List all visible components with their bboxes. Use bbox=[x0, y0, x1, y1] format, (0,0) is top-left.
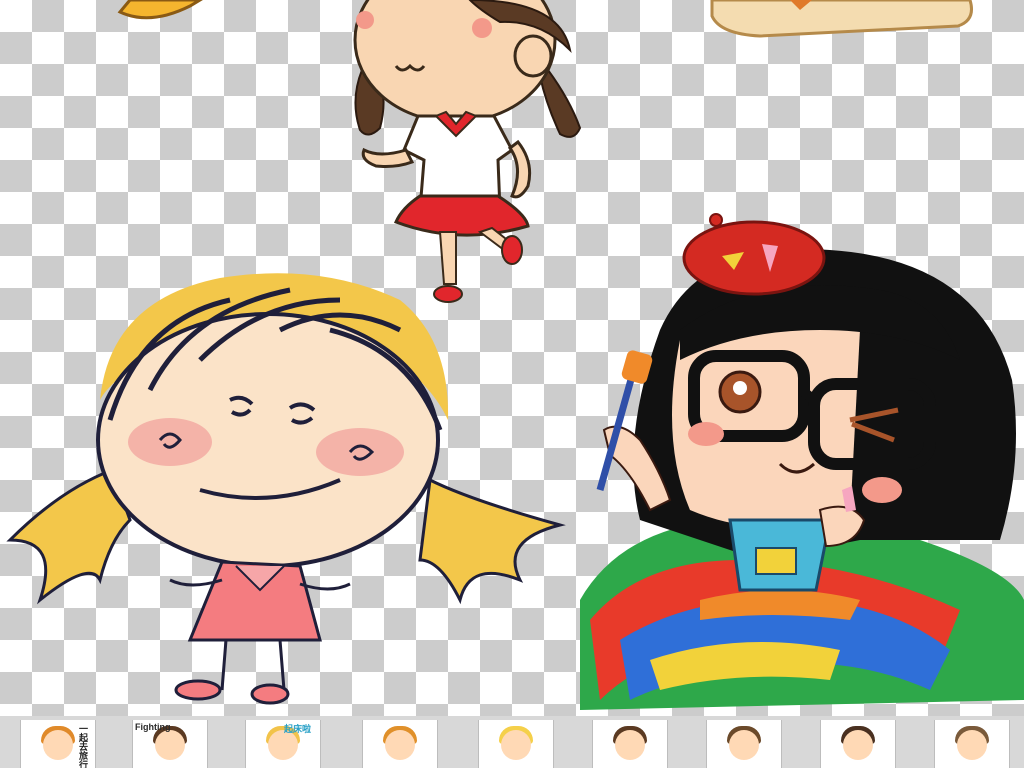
thumbnail-5[interactable] bbox=[478, 720, 554, 768]
thumbnail-face bbox=[43, 730, 73, 760]
thumbnail-face bbox=[729, 730, 759, 760]
thumbnail-caption: Fighting bbox=[135, 722, 171, 732]
thumbnail-3[interactable]: 起床啦 bbox=[245, 720, 321, 768]
thumbnail-face bbox=[957, 730, 987, 760]
thumbnail-strip: 一起去旅行 Fighting 起床啦 bbox=[0, 716, 1024, 768]
thumbnail-caption: 起床啦 bbox=[284, 724, 312, 734]
thumbnail-7[interactable] bbox=[706, 720, 782, 768]
pigtail-girl-red-skirt bbox=[353, 0, 582, 303]
painter-girl-glasses bbox=[580, 213, 1024, 710]
thumbnail-1[interactable]: 一起去旅行 bbox=[20, 720, 96, 768]
thumbnail-face bbox=[155, 730, 185, 760]
tray-fragment-top-right bbox=[710, 0, 973, 38]
thumbnail-face bbox=[501, 730, 531, 760]
partial-character-top-left bbox=[117, 0, 203, 20]
thumbnail-8[interactable] bbox=[820, 720, 896, 768]
cartoon-collage bbox=[6, 0, 1024, 710]
thumbnail-face bbox=[615, 730, 645, 760]
thumbnail-9[interactable] bbox=[934, 720, 1010, 768]
thumbnail-6[interactable] bbox=[592, 720, 668, 768]
thumbnail-face bbox=[385, 730, 415, 760]
thumbnail-caption: 一起去旅行 bbox=[78, 724, 88, 768]
thumbnail-face bbox=[843, 730, 873, 760]
thumbnail-2[interactable]: Fighting bbox=[132, 720, 208, 768]
thumbnail-4[interactable] bbox=[362, 720, 438, 768]
doodle-blonde-girl bbox=[6, 273, 566, 705]
